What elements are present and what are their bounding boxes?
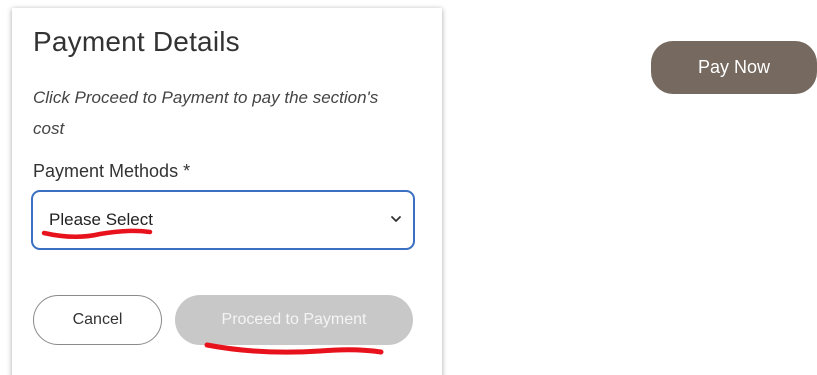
pay-now-button[interactable]: Pay Now <box>651 41 817 94</box>
payment-methods-select[interactable]: Please Select <box>31 190 415 250</box>
chevron-down-icon <box>391 216 401 222</box>
payment-methods-label: Payment Methods * <box>33 161 191 181</box>
payment-methods-selected-value: Please Select <box>49 210 153 229</box>
instructions-text: Click Proceed to Payment to pay the sect… <box>33 88 379 138</box>
cancel-button[interactable]: Cancel <box>33 295 162 345</box>
payment-details-card: Payment Details Click Proceed to Payment… <box>12 8 442 375</box>
page: Payment Details Click Proceed to Payment… <box>0 0 817 375</box>
proceed-to-payment-button[interactable]: Proceed to Payment <box>175 295 413 345</box>
page-title: Payment Details <box>33 26 240 57</box>
